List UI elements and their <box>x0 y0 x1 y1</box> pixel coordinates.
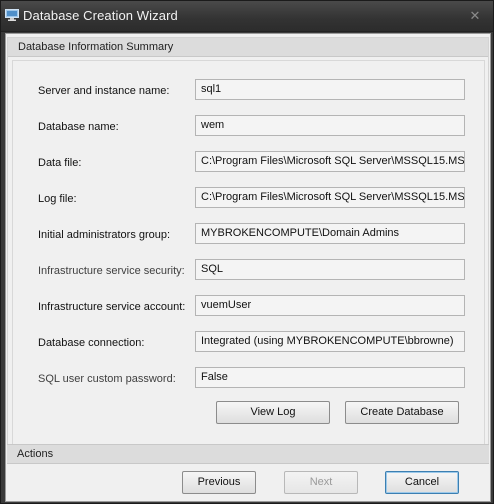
title-bar: Database Creation Wizard ✕ <box>1 1 493 32</box>
create-database-button[interactable]: Create Database <box>345 401 459 424</box>
admin-group-field[interactable]: MYBROKENCOMPUTE\Domain Admins <box>195 223 465 244</box>
database-summary-group: Database Information Summary Server and … <box>7 37 489 463</box>
data-file-label: Data file: <box>38 157 82 169</box>
computer-monitor-icon <box>5 9 19 21</box>
window-title: Database Creation Wizard <box>23 8 178 23</box>
service-account-label: Infrastructure service account: <box>38 301 186 313</box>
server-instance-label: Server and instance name: <box>38 85 170 97</box>
view-log-button[interactable]: View Log <box>216 401 330 424</box>
log-file-field[interactable]: C:\Program Files\Microsoft SQL Server\MS… <box>195 187 465 208</box>
service-security-field[interactable]: SQL <box>195 259 465 280</box>
sql-password-field[interactable]: False <box>195 367 465 388</box>
wizard-content: Database Information Summary Server and … <box>5 33 491 502</box>
actions-section: Actions Previous Next Cancel <box>7 444 489 501</box>
data-file-field[interactable]: C:\Program Files\Microsoft SQL Server\MS… <box>195 151 465 172</box>
database-name-label: Database name: <box>38 121 119 133</box>
actions-title: Actions <box>17 448 54 460</box>
summary-panel: Server and instance name: sql1 Database … <box>12 60 485 460</box>
database-connection-field[interactable]: Integrated (using MYBROKENCOMPUTE\bbrown… <box>195 331 465 352</box>
database-name-field[interactable]: wem <box>195 115 465 136</box>
service-account-field[interactable]: vuemUser <box>195 295 465 316</box>
close-icon[interactable]: ✕ <box>467 9 483 23</box>
server-instance-field[interactable]: sql1 <box>195 79 465 100</box>
previous-button[interactable]: Previous <box>182 471 256 494</box>
service-security-label: Infrastructure service security: <box>38 265 185 277</box>
admin-group-label: Initial administrators group: <box>38 229 171 241</box>
sql-password-label: SQL user custom password: <box>38 373 176 385</box>
cancel-button[interactable]: Cancel <box>385 471 459 494</box>
summary-group-header: Database Information Summary <box>8 38 488 57</box>
log-file-label: Log file: <box>38 193 77 205</box>
wizard-window: Database Creation Wizard ✕ Database Info… <box>0 0 494 504</box>
actions-header: Actions <box>7 445 489 464</box>
next-button[interactable]: Next <box>284 471 358 494</box>
summary-group-title: Database Information Summary <box>18 41 174 53</box>
database-connection-label: Database connection: <box>38 337 145 349</box>
